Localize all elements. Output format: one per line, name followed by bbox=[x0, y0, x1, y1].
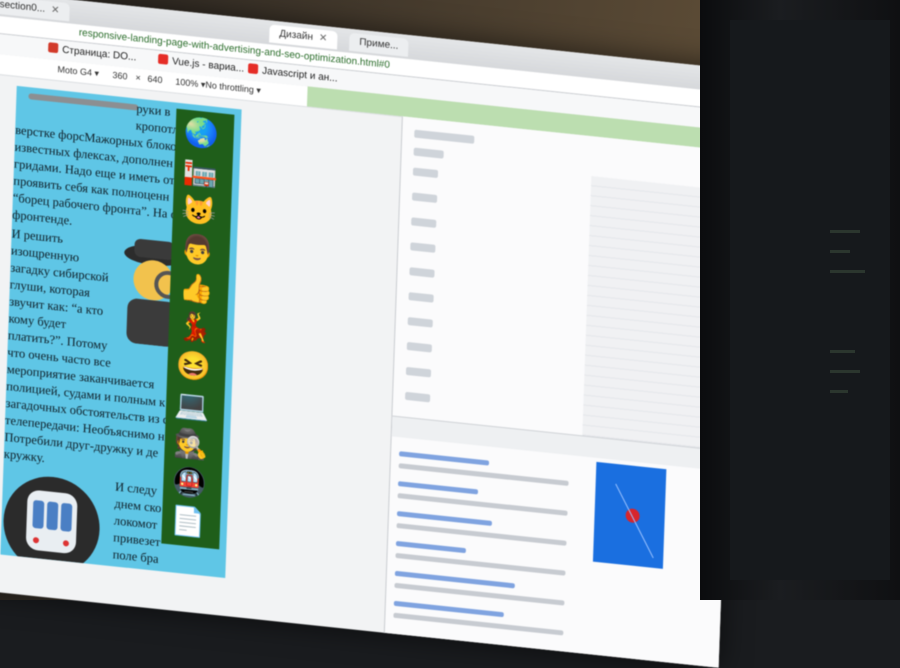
metro-illustration bbox=[3, 476, 100, 565]
devtools-row bbox=[413, 147, 444, 159]
page-text-line: поле бра bbox=[112, 547, 159, 567]
x-red-icon bbox=[48, 42, 59, 54]
tab-label: Intersection0... bbox=[0, 0, 46, 15]
zoom-select[interactable]: 100% ▾ bbox=[175, 77, 205, 91]
code-line bbox=[830, 370, 860, 373]
cat-face-icon[interactable]: 😺 bbox=[180, 191, 217, 231]
devtools-row bbox=[405, 366, 432, 378]
text-line bbox=[398, 463, 569, 486]
width-input[interactable]: 360 bbox=[112, 70, 127, 82]
tab-label: Дизайн bbox=[279, 28, 314, 43]
page-text-line: кружку. bbox=[3, 446, 46, 466]
youtube-icon bbox=[157, 53, 169, 65]
metro-icon[interactable]: 🚇 bbox=[171, 463, 208, 503]
code-line bbox=[830, 270, 865, 273]
code-line bbox=[830, 230, 860, 233]
bookmark-label: Страница: DO... bbox=[61, 44, 137, 64]
text-line bbox=[397, 493, 568, 516]
tab-label: Приме... bbox=[359, 36, 399, 52]
second-monitor bbox=[700, 0, 900, 600]
building-icon[interactable]: 🏣 bbox=[182, 152, 219, 192]
document-icon[interactable]: 📄 bbox=[169, 502, 206, 542]
laughing-face-icon[interactable]: 😆 bbox=[175, 347, 212, 387]
devtools-row bbox=[404, 391, 431, 403]
detective-icon[interactable]: 🕵 bbox=[172, 425, 209, 465]
devtools-row bbox=[412, 167, 439, 179]
link-line bbox=[399, 451, 490, 466]
text-line bbox=[395, 552, 566, 576]
height-input[interactable]: 640 bbox=[147, 74, 162, 86]
scrollbar[interactable] bbox=[28, 93, 139, 111]
throttle-select[interactable]: No throttling ▾ bbox=[205, 80, 261, 97]
devtools-row bbox=[414, 129, 475, 144]
devtools-row bbox=[410, 242, 436, 253]
devtools-row bbox=[411, 192, 438, 204]
devtools-row bbox=[409, 267, 435, 278]
man-icon[interactable]: 👨 bbox=[179, 230, 216, 270]
code-editor-screen bbox=[730, 20, 890, 580]
monitor-screen: Intersection0... ✕ Дизайн ✕ Приме... respo… bbox=[0, 0, 740, 668]
laptop-icon[interactable]: 💻 bbox=[174, 386, 211, 426]
text-line bbox=[394, 582, 565, 606]
bookmark-label: Vue.js - вариа... bbox=[171, 56, 245, 75]
youtube-icon bbox=[247, 63, 259, 75]
thumbs-up-icon[interactable]: 👍 bbox=[178, 269, 215, 309]
close-icon[interactable]: ✕ bbox=[319, 33, 328, 45]
bookmark-label: Javascript и ан... bbox=[261, 65, 338, 85]
preview-thumbnail[interactable] bbox=[592, 461, 667, 569]
device-select[interactable]: Moto G4 ▾ bbox=[57, 64, 99, 79]
text-line bbox=[396, 522, 567, 546]
devtools-row bbox=[406, 341, 433, 353]
code-line bbox=[830, 250, 850, 253]
globe-icon[interactable]: 🌏 bbox=[183, 113, 220, 153]
devtools-row bbox=[408, 292, 434, 303]
devtools-row bbox=[411, 217, 437, 228]
devtools-panel bbox=[383, 116, 738, 668]
times-sign: × bbox=[135, 72, 141, 83]
thumbnail-graphic bbox=[615, 483, 654, 559]
dancer-icon[interactable]: 💃 bbox=[176, 308, 213, 348]
devtools-row bbox=[407, 317, 433, 328]
close-icon[interactable]: ✕ bbox=[51, 4, 60, 16]
text-line bbox=[393, 612, 564, 636]
code-line bbox=[830, 390, 848, 393]
code-line bbox=[830, 350, 855, 353]
